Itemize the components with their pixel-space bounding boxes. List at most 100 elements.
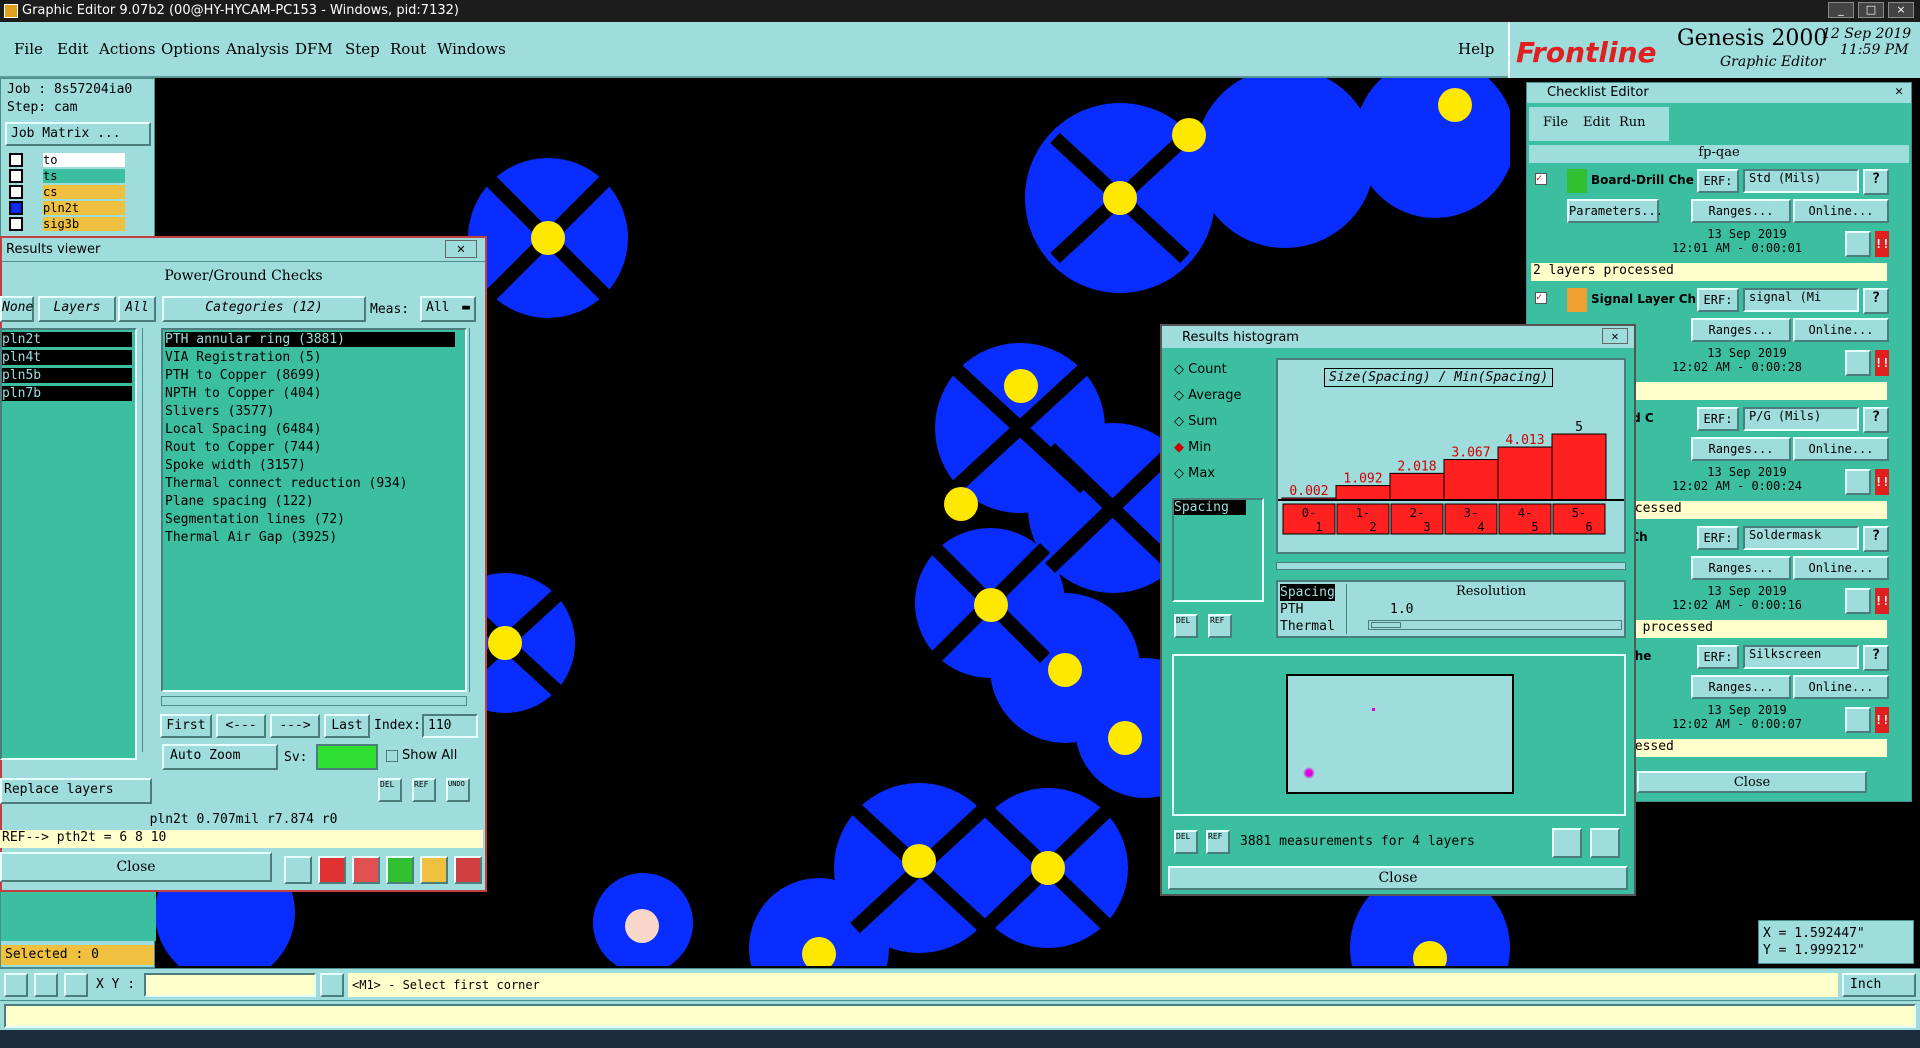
- histogram-list[interactable]: Spacing: [1172, 498, 1264, 602]
- online-button[interactable]: Online...: [1793, 675, 1889, 699]
- tab-all[interactable]: All: [118, 296, 156, 322]
- layer-row[interactable]: pln7b: [2, 386, 132, 401]
- maximize-button[interactable]: □: [1858, 2, 1884, 18]
- type-thermal[interactable]: Thermal: [1280, 618, 1335, 635]
- layer-checkbox-cs[interactable]: [9, 185, 23, 199]
- checklist-item-name[interactable]: Board-Drill Che: [1591, 173, 1694, 187]
- units-select[interactable]: Inch: [1842, 973, 1916, 997]
- ranges-button[interactable]: Ranges...: [1691, 199, 1791, 223]
- zoom-icon[interactable]: [1845, 350, 1871, 376]
- layer-checkbox-ts[interactable]: [9, 169, 23, 183]
- layer-row[interactable]: pln4t: [2, 350, 132, 365]
- green-tool-icon[interactable]: [386, 856, 414, 884]
- layer-checkbox-sig3b[interactable]: [9, 217, 23, 231]
- histogram-bar[interactable]: [1335, 485, 1391, 501]
- category-row[interactable]: NPTH to Copper (404): [165, 386, 322, 401]
- layer-row[interactable]: pln5b: [2, 368, 132, 383]
- layer-checkbox-to[interactable]: [9, 153, 23, 167]
- zoom-icon[interactable]: [1845, 469, 1871, 495]
- pointer-tool-icon[interactable]: [284, 856, 312, 884]
- alert-flag-icon[interactable]: !!: [1875, 588, 1889, 614]
- layer-to[interactable]: to: [43, 153, 125, 167]
- histogram-close-icon[interactable]: ✕: [1602, 328, 1628, 344]
- layer-ts[interactable]: ts: [43, 169, 125, 183]
- layer-cs[interactable]: cs: [43, 185, 125, 199]
- histogram-bar[interactable]: [1497, 446, 1553, 501]
- category-row[interactable]: Thermal Air Gap (3925): [165, 530, 337, 545]
- replace-layers-select[interactable]: Replace layers: [0, 778, 152, 804]
- categories-list[interactable]: PTH annular ring (3881) VIA Registration…: [161, 328, 467, 692]
- help-icon[interactable]: ?: [1863, 645, 1889, 671]
- menu-help[interactable]: Help: [1458, 40, 1494, 58]
- zoom-region-icon[interactable]: [1552, 828, 1582, 858]
- scatter-ref-icon[interactable]: REF: [1206, 830, 1230, 854]
- cross-tool-icon[interactable]: [352, 856, 380, 884]
- erf-select[interactable]: Soldermask: [1743, 526, 1859, 550]
- zoom-icon[interactable]: [1845, 231, 1871, 257]
- online-button[interactable]: Online...: [1793, 556, 1889, 580]
- ranges-button[interactable]: Ranges...: [1691, 675, 1791, 699]
- alert-flag-icon[interactable]: !!: [1875, 707, 1889, 733]
- zoom-icon[interactable]: [1845, 588, 1871, 614]
- report-tool-icon[interactable]: [420, 856, 448, 884]
- undo-icon[interactable]: UNDO: [446, 778, 470, 802]
- checklist-item-name[interactable]: Signal Layer Ch: [1591, 292, 1696, 306]
- categories-button[interactable]: Categories (12): [162, 296, 366, 322]
- checklist-menu-edit[interactable]: Edit: [1583, 115, 1610, 130]
- minimize-button[interactable]: _: [1828, 2, 1854, 18]
- prev-button[interactable]: <---: [216, 714, 266, 738]
- alert-flag-icon[interactable]: !!: [1875, 231, 1889, 257]
- mode-min[interactable]: ◆ Min: [1174, 440, 1211, 455]
- layer-sig3b[interactable]: sig3b: [43, 217, 125, 231]
- chart-tool-icon[interactable]: [454, 856, 482, 884]
- results-viewer-close-button[interactable]: Close: [0, 852, 272, 882]
- ranges-button[interactable]: Ranges...: [1691, 318, 1791, 342]
- category-row[interactable]: Segmentation lines (72): [165, 512, 345, 527]
- job-matrix-button[interactable]: Job Matrix ...: [5, 122, 151, 146]
- category-row[interactable]: Slivers (3577): [165, 404, 275, 419]
- auto-zoom-select[interactable]: Auto Zoom: [162, 744, 278, 770]
- category-row[interactable]: Rout to Copper (744): [165, 440, 322, 455]
- layer-row[interactable]: pln2t: [2, 332, 132, 347]
- mode-max[interactable]: ◇ Max: [1174, 466, 1215, 481]
- show-all-checkbox[interactable]: [386, 750, 398, 762]
- histogram-bar[interactable]: [1443, 459, 1499, 501]
- help-icon[interactable]: ?: [1863, 526, 1889, 552]
- last-button[interactable]: Last: [324, 714, 370, 738]
- zoom-select-icon[interactable]: [1590, 828, 1620, 858]
- category-row[interactable]: PTH to Copper (8699): [165, 368, 322, 383]
- histogram-list-item[interactable]: Spacing: [1174, 500, 1246, 515]
- index-input[interactable]: 110: [422, 714, 478, 738]
- histogram-close-button[interactable]: Close: [1168, 866, 1628, 890]
- menu-actions[interactable]: Actions: [99, 40, 155, 58]
- meas-select[interactable]: All ▬: [420, 296, 476, 322]
- category-row[interactable]: VIA Registration (5): [165, 350, 322, 365]
- categories-hscrollbar[interactable]: [161, 696, 467, 706]
- erf-select[interactable]: Silkscreen: [1743, 645, 1859, 669]
- histogram-bar[interactable]: [1389, 472, 1445, 501]
- histogram-del-icon[interactable]: DEL: [1174, 614, 1198, 638]
- erf-select[interactable]: Std (Mils): [1743, 169, 1859, 193]
- layers-scrollbar[interactable]: [142, 328, 152, 752]
- view-tool-icon[interactable]: [4, 973, 28, 997]
- info-icon[interactable]: [320, 973, 344, 997]
- mode-sum[interactable]: ◇ Sum: [1174, 414, 1217, 429]
- type-scrollbar[interactable]: [1346, 584, 1356, 634]
- menu-analysis[interactable]: Analysis: [226, 40, 289, 58]
- checklist-close-button[interactable]: Close: [1637, 771, 1867, 793]
- layers-list[interactable]: pln2t pln4t pln5b pln7b: [0, 328, 137, 760]
- del-icon[interactable]: DEL: [378, 778, 402, 802]
- xy-input[interactable]: [144, 973, 316, 997]
- checklist-menu-file[interactable]: File: [1543, 115, 1568, 130]
- next-button[interactable]: --->: [270, 714, 320, 738]
- zoom-icon[interactable]: [1845, 707, 1871, 733]
- layer-pln2t[interactable]: pln2t: [43, 201, 125, 215]
- tab-none[interactable]: None: [0, 296, 34, 322]
- ranges-button[interactable]: Ranges...: [1691, 556, 1791, 580]
- tab-layers[interactable]: Layers: [38, 296, 116, 322]
- online-button[interactable]: Online...: [1793, 318, 1889, 342]
- category-row[interactable]: Spoke width (3157): [165, 458, 306, 473]
- erf-select[interactable]: signal (Mi: [1743, 288, 1859, 312]
- scatter-del-icon[interactable]: DEL: [1174, 830, 1198, 854]
- alert-flag-icon[interactable]: !!: [1875, 350, 1889, 376]
